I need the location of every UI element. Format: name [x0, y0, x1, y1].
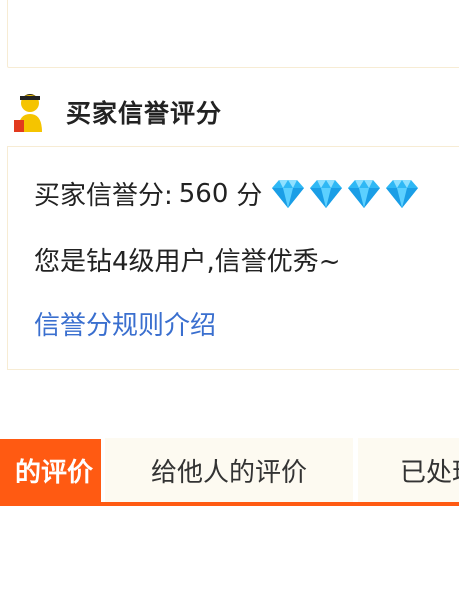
review-tabs: 的评价 给他人的评价 已处理	[0, 438, 459, 508]
credit-score-unit: 分	[236, 181, 263, 211]
credit-rules-link[interactable]: 信誉分规则介绍	[34, 305, 216, 342]
section-header: 买家信誉评分	[12, 88, 222, 136]
previous-section-card	[7, 0, 459, 68]
buyer-avatar-icon	[14, 94, 42, 132]
diamond-icon	[386, 179, 419, 208]
diamond-icon	[272, 179, 305, 208]
credit-level-text: 您是钻4级用户,信誉优秀~	[34, 247, 341, 277]
diamond-icon	[310, 179, 343, 208]
credit-score-line: 买家信誉分: 560 分	[34, 175, 422, 212]
credit-score-value: 560	[178, 178, 229, 209]
tab-given-reviews[interactable]: 给他人的评价	[105, 438, 353, 502]
credit-score-label: 买家信誉分:	[34, 181, 173, 211]
tab-received-reviews[interactable]: 的评价	[0, 439, 101, 502]
credit-info-card: 买家信誉分: 560 分 您是钻4级用户,信誉优秀~ 信誉分规则介绍	[7, 146, 459, 370]
section-title: 买家信誉评分	[66, 99, 223, 128]
diamond-icon	[348, 179, 381, 208]
tab-underline	[0, 502, 459, 506]
diamond-level	[270, 178, 422, 210]
tab-handled[interactable]: 已处理	[358, 438, 459, 502]
